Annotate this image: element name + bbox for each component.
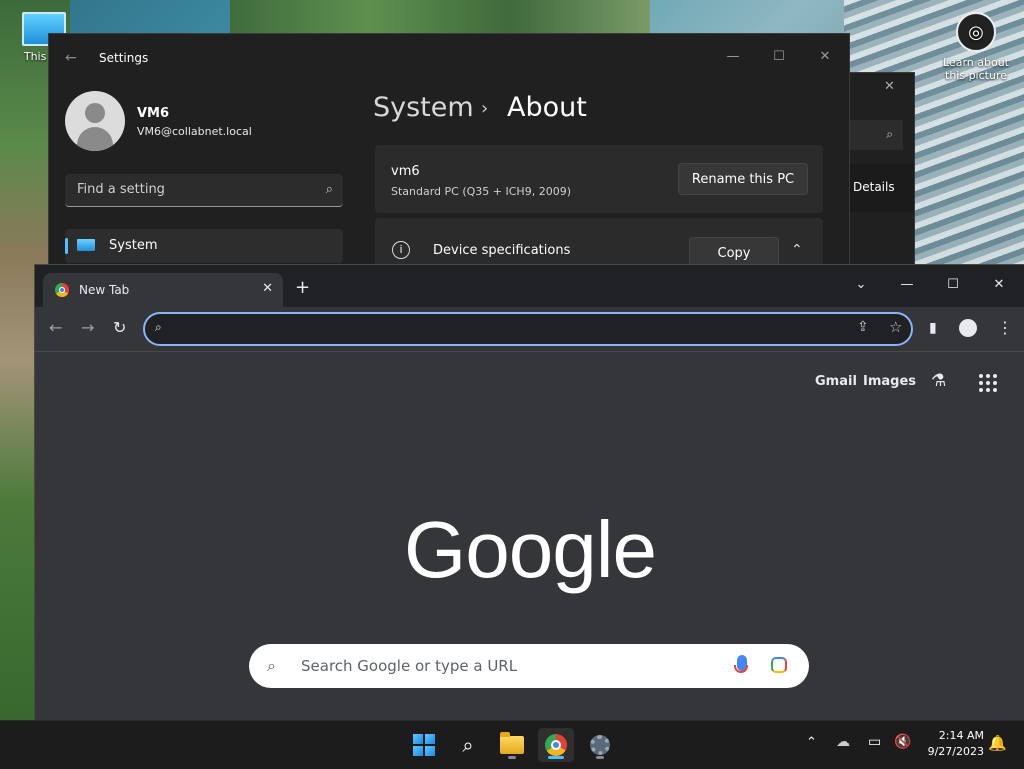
sidebar-item-system[interactable]: System <box>65 229 343 263</box>
avatar[interactable] <box>65 91 125 151</box>
search-icon: ⌕ <box>155 320 162 334</box>
background-window[interactable]: ✕ ⌕ Details <box>848 72 915 267</box>
address-bar[interactable]: ⌕ ⇪ ☆ <box>143 312 913 346</box>
windows-logo-icon <box>413 734 435 756</box>
running-indicator <box>508 756 516 759</box>
onedrive-cloud-icon[interactable]: ☁ <box>836 734 850 750</box>
notification-bell-icon[interactable]: 🔔 <box>988 734 1007 752</box>
share-icon[interactable]: ⇪ <box>857 319 869 335</box>
close-button[interactable]: ✕ <box>977 271 1021 297</box>
user-body-icon <box>77 127 113 151</box>
active-indicator <box>548 756 564 759</box>
chrome-favicon-icon <box>55 283 69 297</box>
chrome-icon <box>545 734 567 756</box>
device-specifications-card[interactable]: i Device specifications Copy ⌃ <box>375 218 823 266</box>
taskbar-file-explorer[interactable] <box>494 728 530 762</box>
tab-strip[interactable]: New Tab ✕ + ⌄ — ☐ ✕ <box>35 265 1024 307</box>
side-panel-icon[interactable]: ▮ <box>929 320 937 336</box>
settings-window-title: Settings <box>99 51 149 65</box>
pc-model: Standard PC (Q35 + ICH9, 2009) <box>391 185 571 198</box>
taskbar: ⌕ ⌃ ☁ ▭ 🔇 2:14 AM 9/27/2023 🔔 <box>0 720 1024 769</box>
pc-name: vm6 <box>391 164 420 179</box>
chevron-right-icon: › <box>481 98 489 119</box>
profile-avatar-icon[interactable] <box>959 319 977 337</box>
tab-new-tab[interactable]: New Tab ✕ <box>43 273 283 307</box>
gear-icon <box>590 735 610 755</box>
forward-arrow-icon[interactable]: → <box>81 318 94 337</box>
back-arrow-icon[interactable]: ← <box>49 318 62 337</box>
start-button[interactable] <box>406 728 442 762</box>
tab-title: New Tab <box>79 283 130 297</box>
tab-close-icon[interactable]: ✕ <box>262 281 273 296</box>
voice-search-mic-icon[interactable] <box>734 655 748 673</box>
maximize-button[interactable]: ☐ <box>759 42 799 70</box>
desktop-icon-label: Learn about this picture <box>943 56 1009 82</box>
kebab-menu-icon[interactable]: ⋮ <box>997 318 1013 337</box>
back-arrow-icon[interactable]: ← <box>65 50 77 66</box>
gmail-link[interactable]: Gmail <box>815 374 857 389</box>
minimize-button[interactable]: — <box>885 271 929 297</box>
chevron-up-icon[interactable]: ⌃ <box>791 242 803 258</box>
network-icon[interactable]: ▭ <box>868 734 881 750</box>
taskbar-search-button[interactable]: ⌕ <box>450 728 486 762</box>
search-icon: ⌕ <box>325 182 333 197</box>
taskbar-settings[interactable] <box>582 728 618 762</box>
running-indicator <box>596 756 604 759</box>
volume-muted-icon[interactable]: 🔇 <box>894 734 911 750</box>
breadcrumb-system[interactable]: System <box>373 92 474 123</box>
labs-flask-icon[interactable]: ⚗ <box>931 371 946 391</box>
chrome-window[interactable]: New Tab ✕ + ⌄ — ☐ ✕ ← → ↻ ⌕ ⇪ ☆ ▮ ⋮ Gmai… <box>34 264 1024 722</box>
bookmark-star-icon[interactable]: ☆ <box>889 318 902 336</box>
apps-grid-icon[interactable] <box>979 374 997 392</box>
selection-indicator <box>65 238 68 254</box>
settings-window[interactable]: ← Settings — ☐ ✕ VM6 VM6@collabnet.local… <box>48 33 850 267</box>
google-search-box[interactable]: ⌕ <box>249 644 809 688</box>
folder-icon <box>500 732 524 754</box>
camera-icon: ◎ <box>956 12 996 52</box>
user-email: VM6@collabnet.local <box>137 125 252 138</box>
google-logo: Google <box>404 505 657 594</box>
copy-button[interactable]: Copy <box>689 237 779 266</box>
desktop-wallpaper-vegetation <box>230 0 650 36</box>
page-title: About <box>507 92 587 123</box>
details-button[interactable]: Details <box>848 164 914 212</box>
chrome-toolbar: ← → ↻ ⌕ ⇪ ☆ ▮ ⋮ <box>35 307 1024 352</box>
close-button[interactable]: ✕ <box>805 42 845 70</box>
sidebar-item-label: System <box>109 238 158 253</box>
pc-info-card: vm6 Standard PC (Q35 + ICH9, 2009) Renam… <box>375 145 823 213</box>
system-monitor-icon <box>77 239 95 251</box>
clock-date[interactable]: 9/27/2023 <box>914 745 984 758</box>
taskbar-chrome[interactable] <box>538 728 574 762</box>
new-tab-page: Gmail Images ⚗ Google ⌕ <box>35 352 1024 721</box>
desktop-icon-learn-about-picture[interactable]: ◎ Learn about this picture <box>938 10 1014 82</box>
minimize-button[interactable]: — <box>713 42 753 70</box>
search-icon: ⌕ <box>886 127 893 141</box>
info-icon: i <box>392 241 410 259</box>
details-label: Details <box>853 180 895 194</box>
find-setting-box[interactable]: ⌕ <box>65 174 343 207</box>
clock-time[interactable]: 2:14 AM <box>920 729 984 742</box>
user-name: VM6 <box>137 106 170 121</box>
settings-titlebar[interactable]: ← Settings — ☐ ✕ <box>49 34 849 82</box>
new-tab-plus-icon[interactable]: + <box>295 279 310 297</box>
close-icon[interactable]: ✕ <box>884 79 895 94</box>
reload-icon[interactable]: ↻ <box>113 318 126 337</box>
user-head-icon <box>85 103 105 123</box>
tab-search-chevron-icon[interactable]: ⌄ <box>839 271 883 297</box>
device-specifications-label: Device specifications <box>433 243 571 258</box>
google-lens-icon[interactable] <box>771 657 787 673</box>
maximize-button[interactable]: ☐ <box>931 271 975 297</box>
address-input[interactable] <box>177 318 821 336</box>
show-hidden-icons-chevron-icon[interactable]: ⌃ <box>806 735 817 750</box>
rename-pc-button[interactable]: Rename this PC <box>678 163 808 195</box>
images-link[interactable]: Images <box>863 374 916 389</box>
background-search-box[interactable]: ⌕ <box>848 120 903 150</box>
search-icon: ⌕ <box>462 733 474 757</box>
search-icon: ⌕ <box>267 656 276 675</box>
find-setting-input[interactable] <box>75 181 309 198</box>
google-search-input[interactable] <box>299 656 723 676</box>
